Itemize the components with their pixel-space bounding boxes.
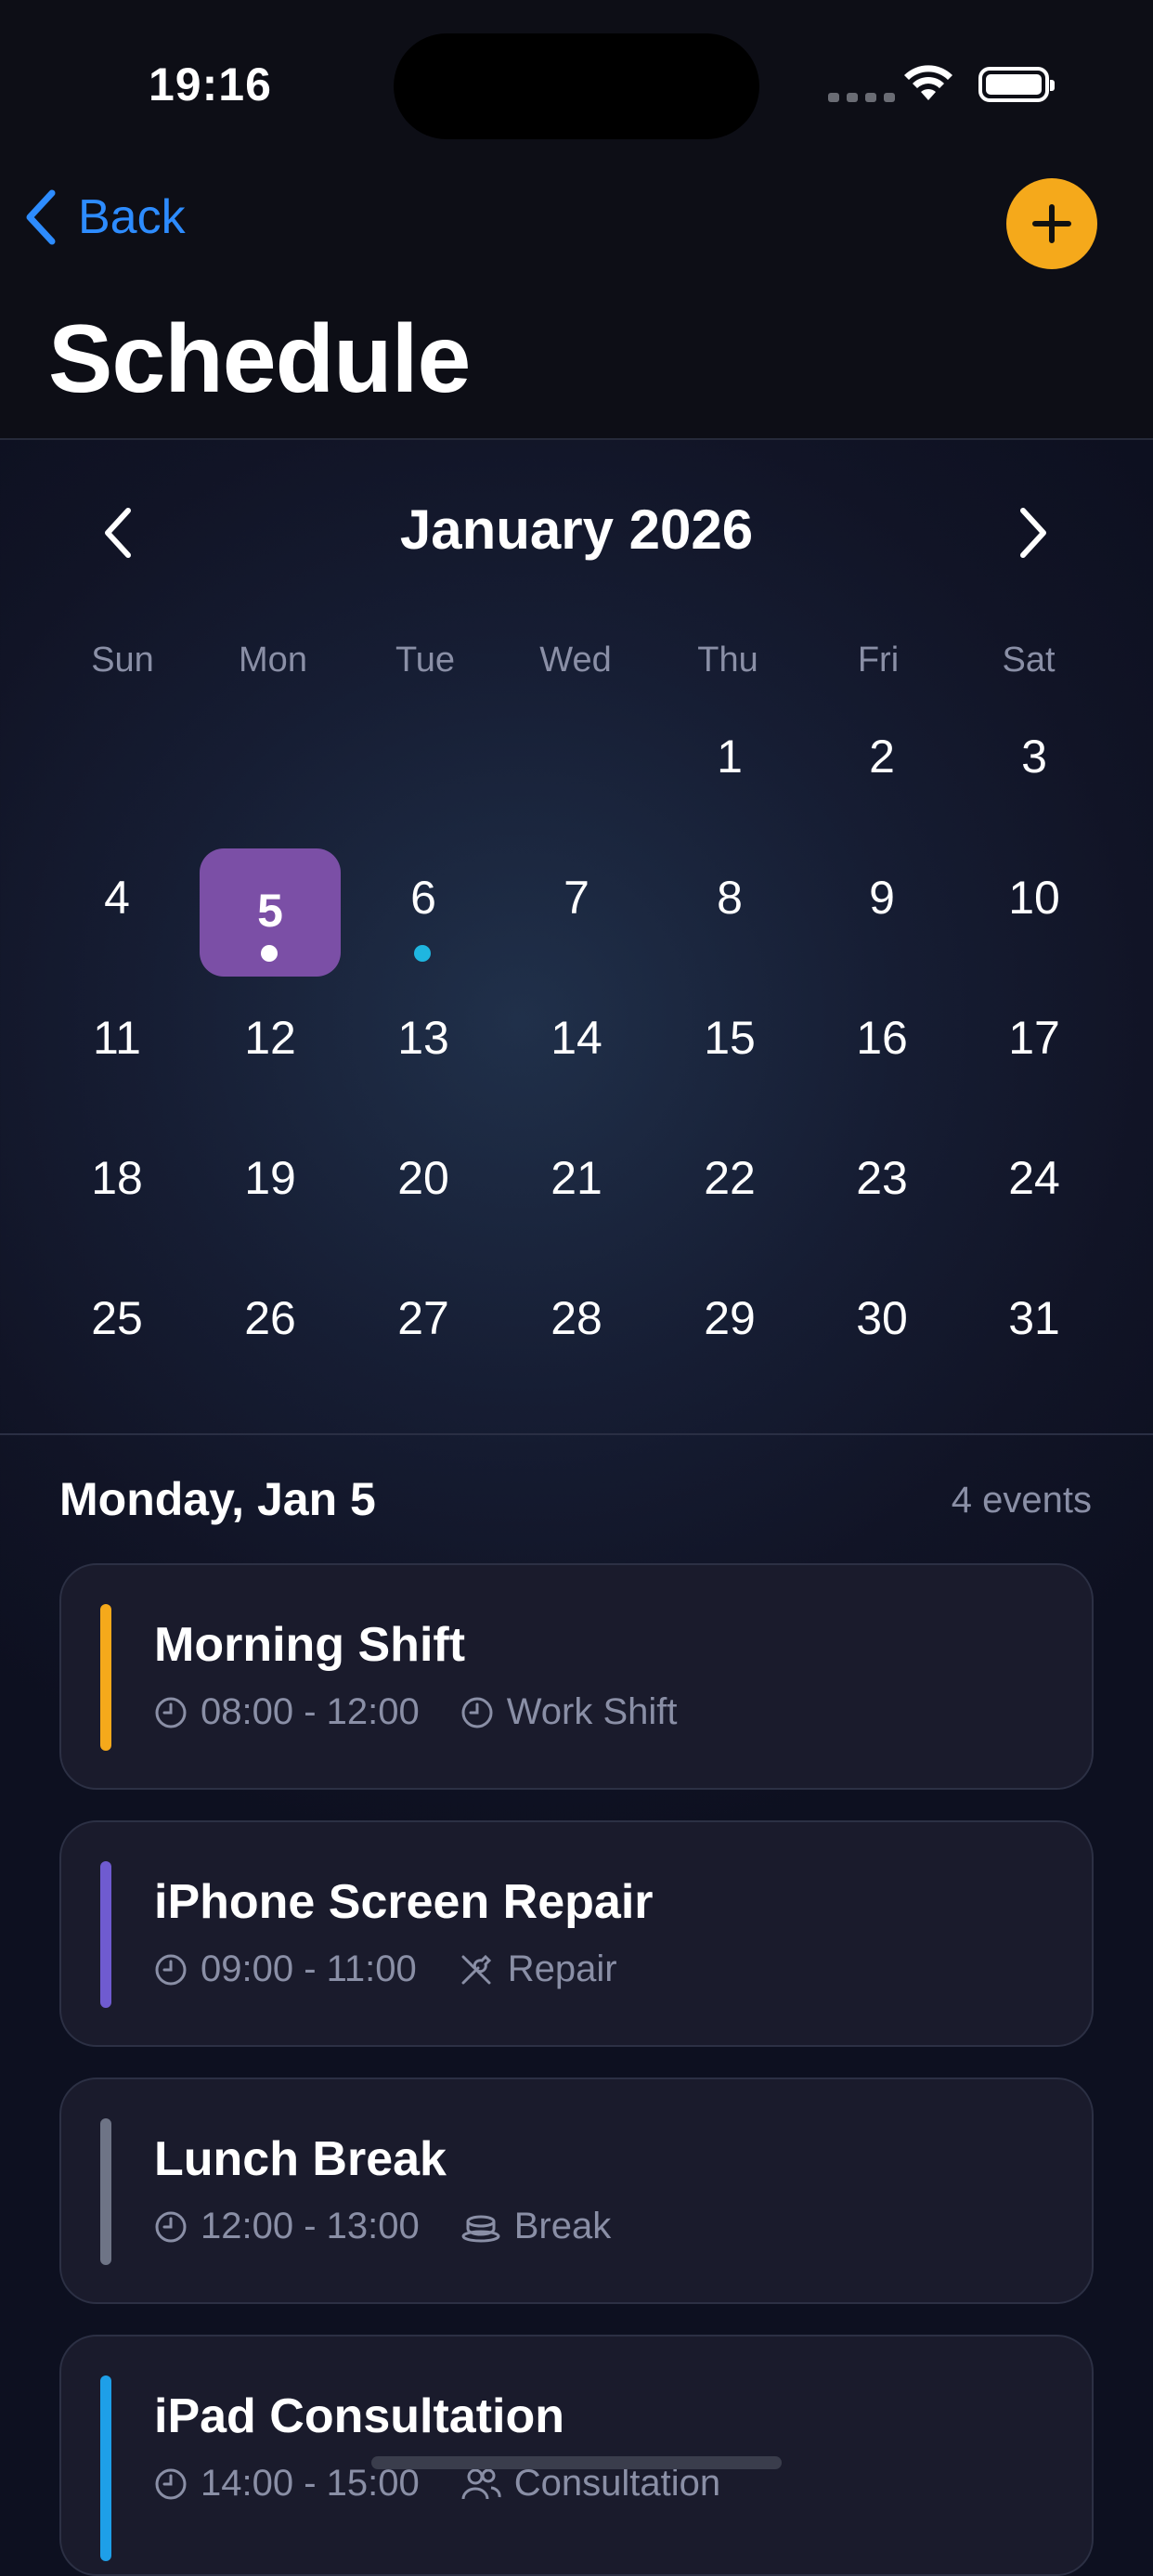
calendar-day[interactable]: 20 [353,1116,494,1242]
calendar-day[interactable]: 30 [811,1256,952,1382]
calendar-day[interactable]: 18 [46,1116,188,1242]
battery-icon [978,67,1055,102]
calendar-day[interactable]: 29 [659,1256,800,1382]
clock-icon [155,1954,187,1985]
clock-icon [155,2468,187,2499]
next-month-button[interactable] [1014,505,1051,565]
weekday-label: Fri [857,641,900,680]
event-time: 09:00 - 11:00 [201,1948,417,1989]
event-card[interactable]: iPad Consultation 14:00 - 15:00 Consulta… [59,2335,1094,2576]
event-card[interactable]: Morning Shift 08:00 - 12:00 Work Shift [59,1563,1094,1790]
clock-icon [155,1697,187,1728]
event-time: 08:00 - 12:00 [201,1691,420,1732]
event-category: Work Shift [506,1691,678,1732]
month-title: January 2026 [399,498,754,561]
event-category: Repair [507,1948,617,1989]
weekday-label: Wed [539,641,612,680]
event-color-bar [100,2118,111,2265]
back-button[interactable]: Back [24,189,186,245]
calendar-day[interactable]: 16 [811,976,952,1102]
calendar-day[interactable]: 23 [811,1116,952,1242]
calendar-day[interactable]: 28 [506,1256,647,1382]
calendar-day[interactable]: 25 [46,1256,188,1382]
people-icon [461,2468,501,2499]
event-count: 4 events [951,1480,1092,1521]
cup-icon [461,2215,500,2242]
event-title: iPad Consultation [154,2389,564,2443]
event-indicator-dot [414,945,431,962]
calendar-day[interactable]: 27 [353,1256,494,1382]
calendar-day[interactable]: 10 [964,835,1105,962]
home-indicator[interactable] [371,2456,782,2469]
event-title: Lunch Break [154,2132,447,2186]
calendar-day[interactable]: 7 [506,835,647,962]
calendar-day[interactable]: 1 [659,694,800,821]
calendar-day[interactable]: 4 [46,835,188,962]
add-event-button[interactable] [1006,178,1097,269]
calendar-day[interactable]: 24 [964,1116,1105,1242]
event-meta: 12:00 - 13:00 Break [154,2206,611,2247]
dynamic-island [394,33,759,139]
calendar-day-selected[interactable]: 5 [200,848,341,977]
event-color-bar [100,1861,111,2008]
event-color-bar [100,1604,111,1751]
event-meta: 09:00 - 11:00 Repair [154,1948,617,1990]
event-category: Break [513,2206,612,2246]
calendar-day[interactable]: 3 [964,694,1105,821]
cellular-signal-icon [828,93,895,102]
calendar-day[interactable]: 2 [811,694,952,821]
status-bar: 19:16 [0,0,1153,167]
event-time: 12:00 - 13:00 [201,2206,420,2246]
weekday-label: Thu [697,641,758,680]
calendar-header: January 2026 [0,492,1153,566]
calendar-day[interactable]: 8 [659,835,800,962]
calendar-day[interactable]: 14 [506,976,647,1102]
chevron-left-icon [26,189,56,245]
calendar-day[interactable]: 22 [659,1116,800,1242]
event-card[interactable]: Lunch Break 12:00 - 13:00 Break [59,2078,1094,2304]
weekday-label: Mon [239,641,307,680]
weekday-label: Sat [1002,641,1056,680]
tools-icon [461,1954,491,1984]
page-title: Schedule [48,305,471,413]
calendar-day[interactable]: 12 [200,976,341,1102]
event-card[interactable]: iPhone Screen Repair 09:00 - 11:00 Repai… [59,1820,1094,2047]
event-color-bar [100,2375,111,2561]
chevron-right-icon [1020,508,1046,558]
section-divider [0,1433,1153,1435]
event-indicator-dot [261,945,278,962]
back-label: Back [78,190,186,244]
event-title: iPhone Screen Repair [154,1875,654,1929]
navigation-bar: Back Schedule [0,167,1153,440]
status-time: 19:16 [149,58,272,110]
calendar-day[interactable]: 31 [964,1256,1105,1382]
calendar-day[interactable]: 21 [506,1116,647,1242]
clock-icon [155,2211,187,2242]
clock-icon [461,1697,493,1728]
plus-icon [1032,204,1071,243]
event-meta: 08:00 - 12:00 Work Shift [154,1691,678,1733]
calendar-day[interactable]: 15 [659,976,800,1102]
calendar-day[interactable]: 26 [200,1256,341,1382]
calendar-day[interactable]: 11 [46,976,188,1102]
weekday-label: Sun [91,641,154,680]
calendar-day[interactable]: 13 [353,976,494,1102]
weekday-label: Tue [395,641,456,680]
selected-date-title: Monday, Jan 5 [59,1473,376,1525]
event-title: Morning Shift [154,1618,466,1672]
calendar-day[interactable]: 17 [964,976,1105,1102]
calendar-day[interactable]: 9 [811,835,952,962]
calendar-day[interactable]: 19 [200,1116,341,1242]
calendar-day[interactable]: 6 [353,835,494,962]
wifi-icon [902,61,954,107]
